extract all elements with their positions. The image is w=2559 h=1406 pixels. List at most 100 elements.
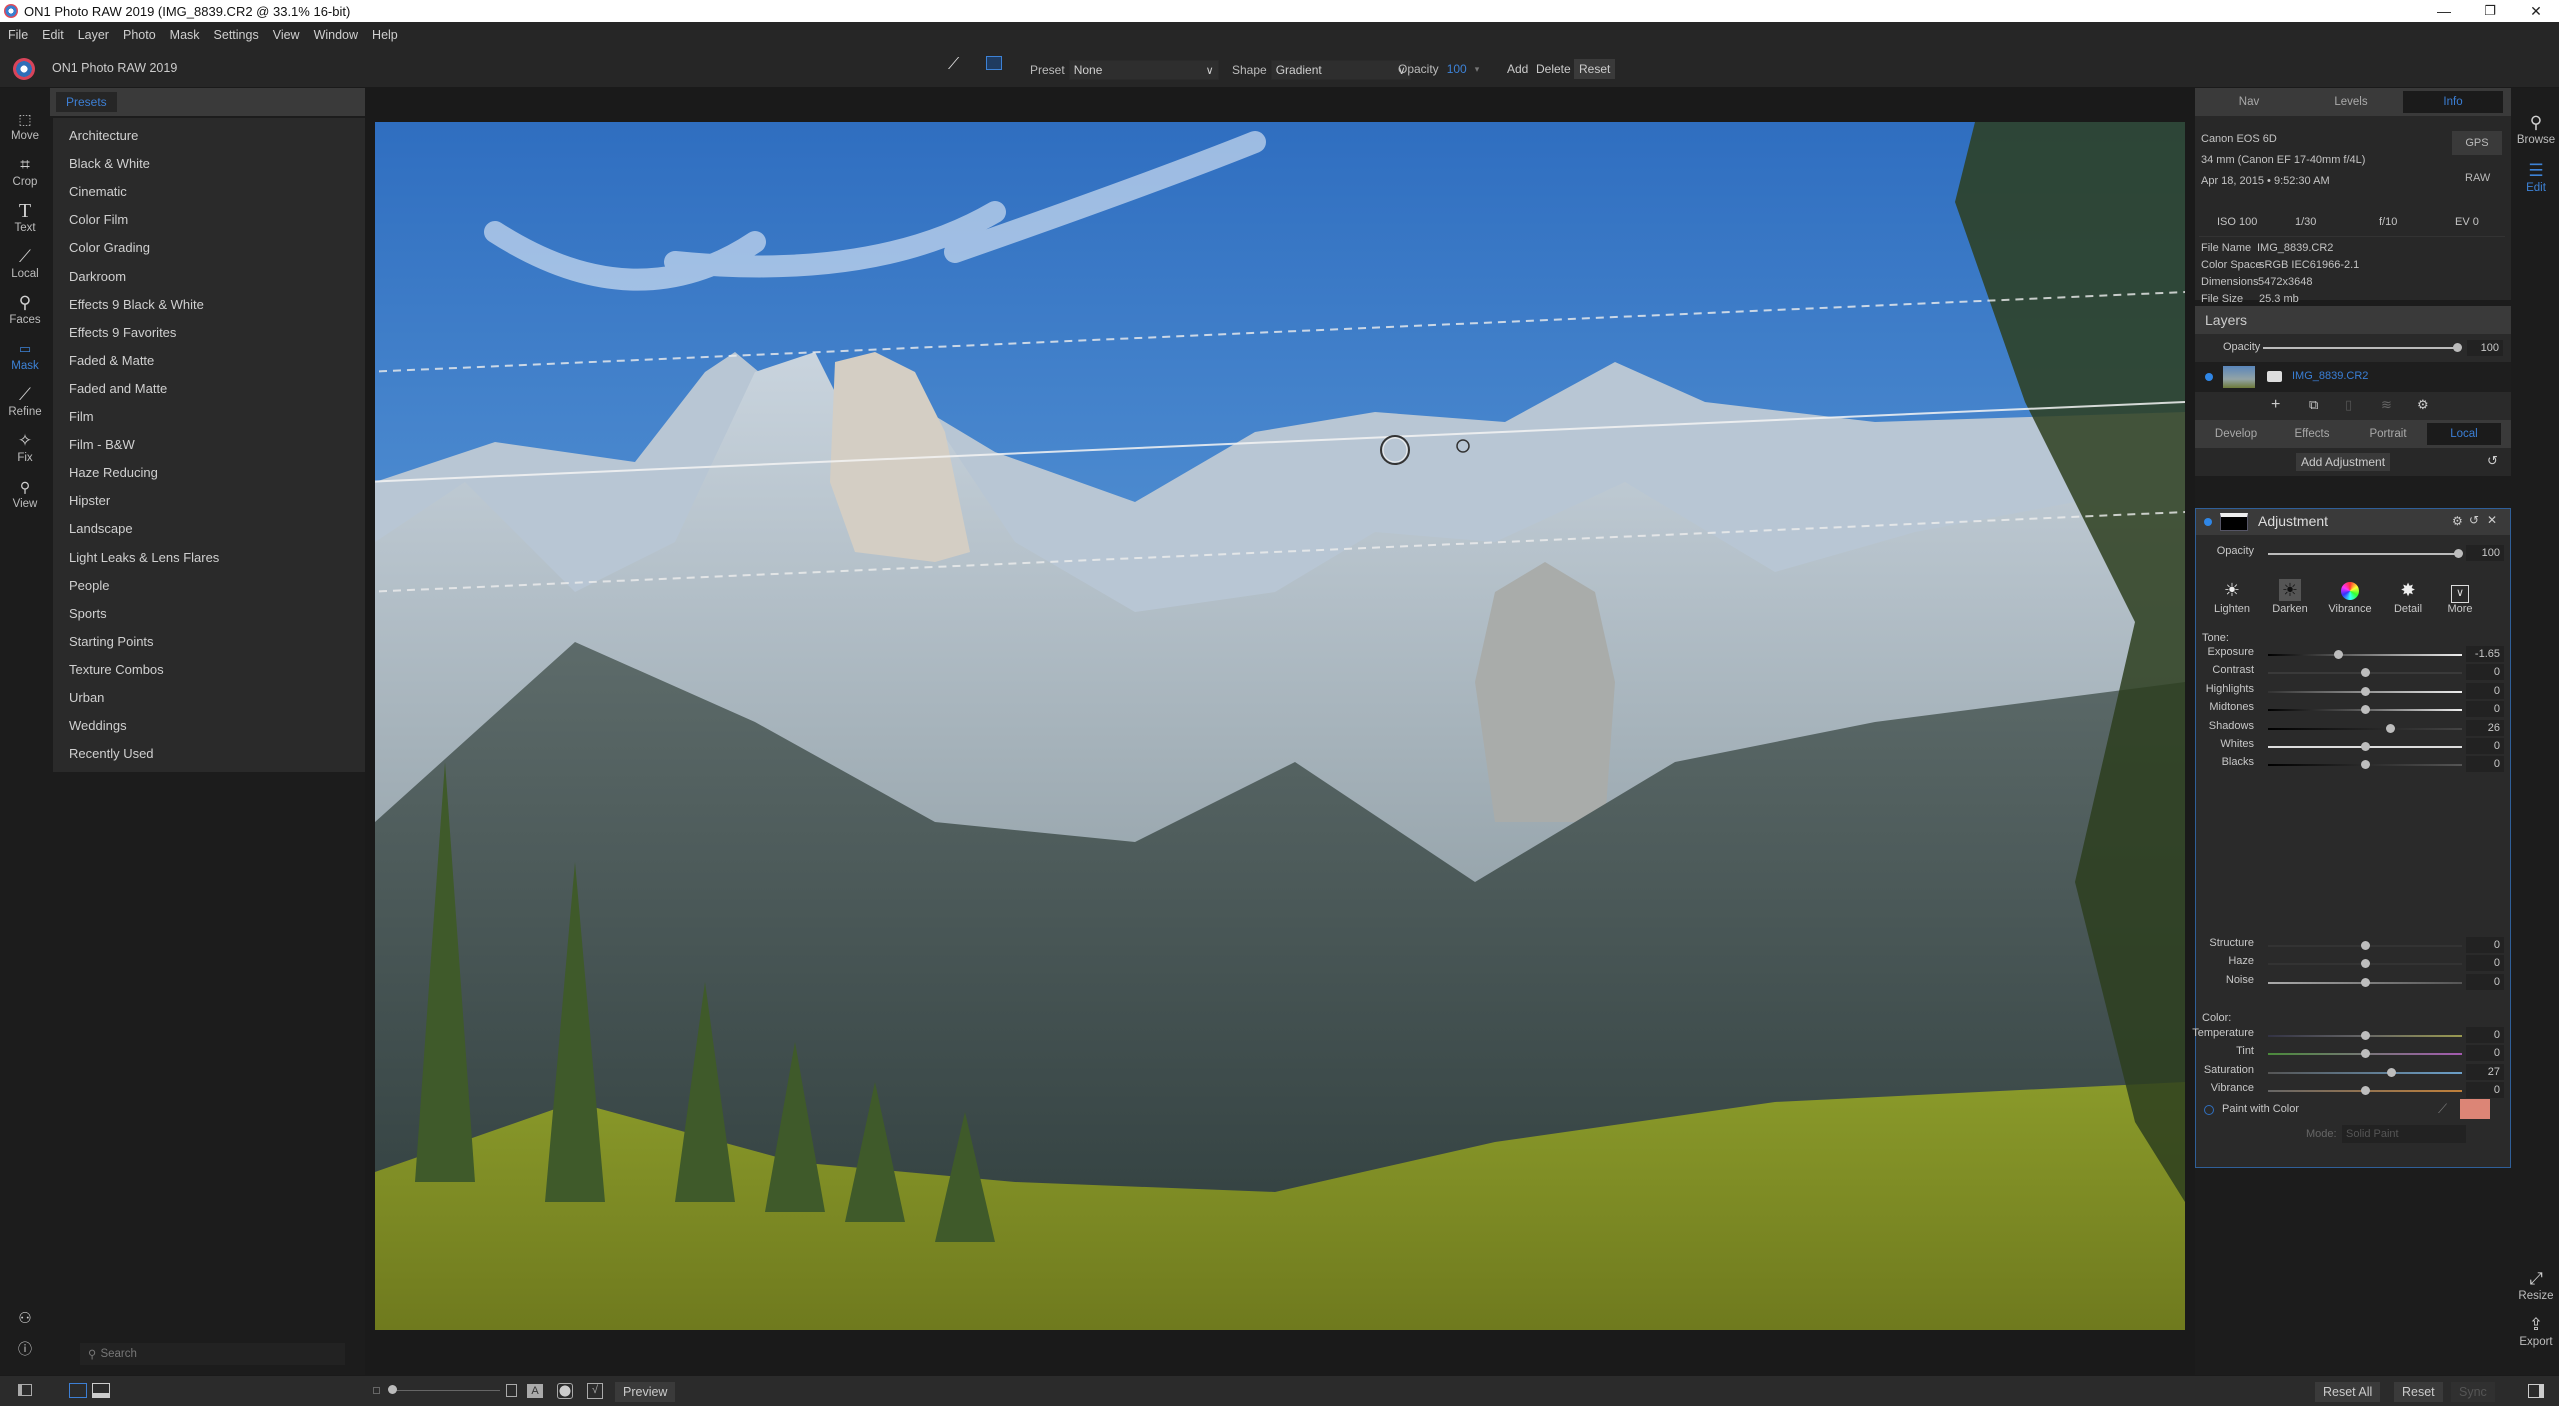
slider-knob[interactable] — [2361, 760, 2370, 770]
tab-develop[interactable]: Develop — [2199, 423, 2273, 445]
slider-temperature[interactable]: Temperature 0 — [2192, 1027, 2512, 1047]
preset-category-item[interactable]: Black & White — [69, 156, 150, 171]
preset-category-item[interactable]: Effects 9 Black & White — [69, 297, 204, 312]
slider-value[interactable]: 26 — [2466, 719, 2504, 736]
slider-knob[interactable] — [2361, 686, 2370, 696]
slider-value[interactable]: 0 — [2466, 701, 2504, 718]
reset-button[interactable]: Reset — [1574, 59, 1616, 79]
preset-category-item[interactable]: Darkroom — [69, 269, 126, 284]
slider-whites[interactable]: Whites 0 — [2196, 738, 2512, 758]
paint-color-swatch[interactable] — [2460, 1099, 2490, 1119]
preset-category-item[interactable]: Film - B&W — [69, 437, 135, 452]
chevron-down-icon[interactable]: ▾ — [1475, 64, 1480, 75]
close-button[interactable]: ✕ — [2513, 0, 2559, 22]
slider-knob[interactable] — [2361, 668, 2370, 678]
shape-dropdown[interactable]: Gradient ∨ — [1270, 60, 1411, 80]
menu-settings[interactable]: Settings — [214, 28, 259, 42]
zoom-slider[interactable] — [390, 1390, 500, 1391]
slider-midtones[interactable]: Midtones 0 — [2196, 701, 2512, 721]
preset-category-item[interactable]: Landscape — [69, 521, 133, 536]
menu-edit[interactable]: Edit — [42, 28, 64, 42]
reset-bottom-button[interactable]: Reset — [2394, 1382, 2443, 1402]
eyedropper-icon[interactable]: ⟋ — [2438, 1101, 2447, 1117]
slider-value[interactable]: 0 — [2466, 1082, 2504, 1099]
slider-knob[interactable] — [2361, 941, 2370, 950]
menu-layer[interactable]: Layer — [78, 28, 109, 42]
toggle-right-panel-icon[interactable] — [2528, 1384, 2544, 1398]
slider-track[interactable] — [2268, 553, 2462, 555]
help-button[interactable]: ⓘ — [0, 1340, 50, 1360]
layer-visibility-dot[interactable] — [2205, 373, 2213, 381]
slider-value[interactable]: 27 — [2466, 1063, 2504, 1080]
preset-category-item[interactable]: Cinematic — [69, 184, 127, 199]
preset-category-item[interactable]: Film — [69, 409, 94, 424]
duplicate-layer-icon[interactable]: ⧉ — [2309, 397, 2318, 413]
zoom-out-icon[interactable] — [373, 1387, 380, 1394]
tool-text[interactable]: T Text — [0, 201, 50, 234]
preset-category-item[interactable]: Color Film — [69, 212, 128, 227]
nav-browse[interactable]: ⚲ Browse — [2511, 114, 2559, 147]
preset-category-item[interactable]: Hipster — [69, 493, 110, 508]
paint-with-color-radio[interactable] — [2204, 1105, 2214, 1115]
slider-track[interactable] — [2268, 654, 2462, 656]
menu-mask[interactable]: Mask — [170, 28, 200, 42]
slider-knob[interactable] — [2361, 705, 2370, 715]
adjustment-reset-icon[interactable]: ↺ — [2469, 513, 2479, 527]
preset-lighten[interactable]: ☀ Lighten — [2208, 579, 2256, 615]
adjustment-settings-icon[interactable]: ⚙ — [2452, 514, 2463, 528]
slider-blacks[interactable]: Blacks 0 — [2196, 756, 2512, 776]
preset-category-item[interactable]: People — [69, 578, 109, 593]
adjustment-opacity-slider[interactable]: Opacity 100 — [2196, 545, 2512, 565]
tool-refine[interactable]: ⟋ Refine — [0, 386, 50, 419]
layer-name[interactable]: IMG_8839.CR2 — [2292, 370, 2368, 382]
layer-settings-icon[interactable]: ⚙ — [2417, 397, 2429, 413]
preset-category-item[interactable]: Light Leaks & Lens Flares — [69, 550, 219, 565]
slider-structure[interactable]: Structure 0 — [2196, 937, 2512, 957]
tab-levels[interactable]: Levels — [2301, 91, 2401, 113]
slider-value[interactable]: 0 — [2466, 1027, 2504, 1043]
tab-nav[interactable]: Nav — [2199, 91, 2299, 113]
preset-dropdown[interactable]: None ∨ — [1068, 60, 1219, 80]
slider-knob[interactable] — [2361, 1086, 2370, 1096]
add-adjustment-button[interactable]: Add Adjustment — [2296, 453, 2391, 471]
slider-highlights[interactable]: Highlights 0 — [2196, 682, 2512, 703]
preset-category-item[interactable]: Urban — [69, 690, 104, 705]
adjustment-close-icon[interactable]: ✕ — [2487, 513, 2497, 527]
preset-category-item[interactable]: Faded & Matte — [69, 353, 154, 368]
preset-category-item[interactable]: Color Grading — [69, 240, 150, 255]
preset-category-item[interactable]: Haze Reducing — [69, 465, 158, 480]
photo-preview[interactable] — [375, 122, 2185, 1330]
slider-saturation[interactable]: Saturation 27 — [2196, 1063, 2512, 1084]
slider-knob[interactable] — [2386, 723, 2396, 733]
layers-header[interactable]: Layers — [2195, 306, 2511, 334]
zoom-slider-knob[interactable] — [388, 1385, 397, 1394]
slider-value[interactable]: 0 — [2466, 955, 2504, 972]
preset-category-item[interactable]: Weddings — [69, 718, 127, 733]
preset-more[interactable]: ∨ More — [2436, 579, 2484, 615]
gradient-mask-icon[interactable] — [986, 56, 1002, 70]
slider-value[interactable]: 0 — [2466, 937, 2504, 953]
tool-local[interactable]: ⟋ Local — [0, 248, 50, 281]
adjustment-visibility-dot[interactable] — [2204, 518, 2212, 526]
tool-crop[interactable]: ⌗ Crop — [0, 156, 50, 189]
single-view-icon[interactable] — [69, 1383, 87, 1398]
slider-track[interactable] — [2268, 727, 2462, 730]
slider-value[interactable]: 0 — [2466, 973, 2504, 990]
preview-button[interactable]: Preview — [615, 1382, 676, 1402]
presets-search-input[interactable]: ⚲ Search — [80, 1343, 345, 1365]
tool-view[interactable]: ⚲ View — [0, 478, 50, 510]
tab-portrait[interactable]: Portrait — [2351, 423, 2425, 445]
zoom-in-icon[interactable] — [506, 1384, 517, 1397]
tool-mask[interactable]: ▭ Mask — [0, 340, 50, 372]
image-canvas[interactable] — [365, 88, 2195, 1375]
slider-value[interactable]: 0 — [2466, 664, 2504, 681]
reset-all-button[interactable]: Reset All — [2315, 1382, 2381, 1402]
auto-icon[interactable]: A — [527, 1384, 543, 1398]
preset-category-item[interactable]: Texture Combos — [69, 662, 164, 677]
tool-fix[interactable]: ✧ Fix — [0, 432, 50, 465]
mask-brush-icon[interactable]: ⟋ — [948, 56, 959, 74]
presets-tab[interactable]: Presets — [56, 92, 117, 112]
maximize-button[interactable]: ❐ — [2467, 0, 2513, 22]
slider-value[interactable]: 0 — [2466, 756, 2504, 773]
tab-local[interactable]: Local — [2427, 423, 2501, 445]
